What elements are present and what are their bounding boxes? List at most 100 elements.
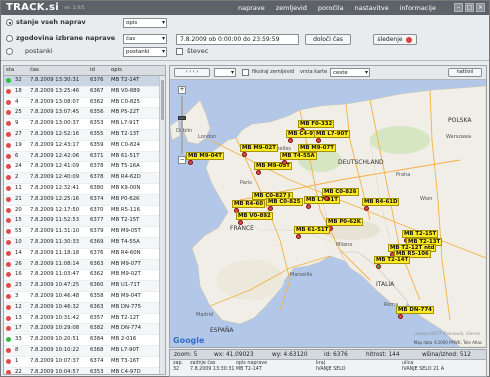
info-hdr-place: kraj [316,361,326,366]
menu-item-informacije[interactable]: informacije [400,4,436,12]
vehicle-marker-icon[interactable] [364,206,369,211]
list-item[interactable]: 21 7.8.2009 12:25:16 6374 MB P0-62K [4,194,165,206]
zoom-control[interactable]: + − [176,86,188,166]
list-item[interactable]: 33 7.8.2009 10:20:51 6384 MB 2-016 [4,335,165,346]
set-time-button[interactable]: določi čas [305,34,351,45]
list-item[interactable]: 9 7.8.2009 13:00:37 6353 MB L7-91T [4,119,165,130]
list-item[interactable]: 19 7.8.2009 12:43:17 6359 MB C0-824 [4,141,165,152]
counter-checkbox[interactable] [176,48,183,55]
vehicle-label[interactable]: MB R4-61D [362,198,400,206]
vehicle-label[interactable]: MB C0-825 [266,198,303,206]
zoom-out-icon[interactable]: − [178,156,186,164]
col-header-num[interactable] [14,66,28,75]
list-item[interactable]: 27 7.8.2009 12:52:16 6355 MB T2-13T [4,129,165,141]
list-item[interactable]: 55 7.8.2009 11:31:10 6379 MB M9-05T [4,227,165,238]
list-item[interactable]: 2 7.8.2009 12:40:09 6378 MB R4-62D [4,173,165,184]
vehicle-marker-icon[interactable] [238,220,243,225]
list-scrollbar[interactable] [159,76,165,374]
list-item[interactable]: 10 7.8.2009 11:30:33 6369 MB T4-55A [4,237,165,249]
vehicle-marker-icon[interactable] [376,264,381,269]
list-item[interactable]: 3 7.8.2009 10:46:48 6358 MB M9-04T [4,292,165,303]
place-label: London [198,134,216,140]
col-header-status[interactable]: stanje [4,66,14,75]
list-item[interactable]: 12 7.8.2009 10:46:32 6363 MB DN-775 [4,302,165,314]
list-item[interactable]: 13 7.8.2009 10:31:42 6357 MB T2-12T [4,314,165,325]
zoom-slider-track[interactable] [181,96,183,154]
col-header-time[interactable]: čas [28,66,88,75]
row-id: 6355 [90,130,104,137]
menu-item-zemljevid[interactable]: zemljevid [276,4,307,12]
zoom-in-icon[interactable]: + [178,86,186,94]
zoom-slider-handle[interactable] [178,116,186,120]
list-item[interactable]: 16 7.8.2009 11:03:47 6362 MB M9-02T [4,270,165,282]
list-item[interactable]: 24 7.8.2009 12:41:09 6378 MB T5-16A [4,162,165,174]
list-item[interactable]: 4 7.8.2009 13:08:07 6362 MB C0-825 [4,98,165,109]
time-select[interactable]: čas [123,34,167,44]
list-item[interactable]: 17 7.8.2009 10:29:08 6382 MB DN-774 [4,324,165,336]
vehicle-label[interactable]: MB F0-332 [298,120,335,128]
vehicle-marker-icon[interactable] [282,160,287,165]
vehicle-label[interactable]: MB M9-02T [240,144,278,152]
date-range-field[interactable]: 7.8.2009 ob 0:00:00 do 23:59:59 [176,34,299,45]
postanki-select[interactable]: postanki [123,47,167,57]
row-id: 6359 [90,141,104,148]
list-item[interactable]: 22 7.8.2009 10:04:57 6353 MB C4-97D [4,367,165,374]
row-time: 7.8.2009 11:08:14 [30,260,80,267]
list-item[interactable]: 23 7.8.2009 10:47:25 6360 MB U1-71T [4,281,165,292]
col-header-id[interactable]: id [88,66,109,75]
fix-map-checkbox[interactable] [242,69,249,76]
list-item[interactable]: 26 7.8.2009 11:08:14 6363 MB M9-07T [4,259,165,271]
menu-item-porocila[interactable]: poročila [318,4,344,12]
mode-radio-history[interactable] [6,35,13,42]
close-icon[interactable]: × [476,3,485,12]
list-item[interactable]: 14 7.8.2009 11:18:18 6376 MB R4-60N [4,249,165,260]
sort-select[interactable]: opis [123,18,167,28]
list-item[interactable]: 18 7.8.2009 13:25:46 6367 MB V0-889 [4,86,165,98]
vehicle-label[interactable]: MB 61-51T [294,226,331,234]
list-item[interactable]: 32 7.8.2009 13:30:31 6376 MB T2-14T [4,76,165,87]
vehicle-label[interactable]: MB P0-62K [326,218,363,226]
col-header-desc[interactable]: opis [109,66,165,75]
map-nav-buttons[interactable]: ‹ ‹ ‹ › [174,68,210,77]
maximize-icon[interactable]: □ [465,3,474,12]
row-num: 27 [15,130,22,137]
vehicle-label[interactable]: MB C0-826 [322,188,359,196]
print-button[interactable]: natisni [448,68,482,77]
menu-item-naprave[interactable]: naprave [238,4,265,12]
list-item[interactable]: 20 7.8.2009 12:17:50 6370 MB R5-116 [4,206,165,217]
vehicle-label[interactable]: MB R4-60 [232,200,265,208]
vehicle-marker-icon[interactable] [242,152,247,157]
vehicle-marker-icon[interactable] [316,138,321,143]
vehicle-label[interactable]: MB M9-07T [298,144,336,152]
vehicle-marker-icon[interactable] [256,170,261,175]
minimize-icon[interactable]: – [454,3,463,12]
list-item[interactable]: 11 7.8.2009 12:32:41 6380 MB K9-00N [4,184,165,195]
vehicle-label[interactable]: MB T4-55A [280,152,317,160]
map-nav-select[interactable] [214,68,236,77]
vehicle-marker-icon[interactable] [306,204,311,209]
row-num: 26 [15,260,22,267]
vehicle-label[interactable]: MB V0-892 [236,212,273,220]
vehicle-label[interactable]: MB DN-774 [396,306,434,314]
vehicle-marker-icon[interactable] [296,234,301,239]
vehicle-marker-icon[interactable] [288,138,293,143]
map-type-select[interactable]: ceste [330,68,370,77]
vehicle-label[interactable]: MB L7-91T [304,196,340,204]
vehicle-marker-icon[interactable] [188,160,193,165]
list-item[interactable]: 8 7.8.2009 10:10:22 6368 MB L7-90T [4,345,165,357]
list-item[interactable]: 15 7.8.2009 11:52:53 6377 MB T2-15T [4,216,165,228]
list-item[interactable]: 1 7.8.2009 10:07:37 6374 MB T3-16T [4,357,165,368]
list-body: 32 7.8.2009 13:30:31 6376 MB T2-14T 18 7.8.20… [4,76,165,374]
vehicle-marker-icon[interactable] [324,196,329,201]
vehicle-label[interactable]: MB L7-90T [314,130,350,138]
vehicle-label[interactable]: MB M9-04T [186,152,224,160]
postanki-radio[interactable] [6,48,13,55]
vehicle-marker-icon[interactable] [398,314,403,319]
list-item[interactable]: 6 7.8.2009 12:42:06 6371 MB 61-51T [4,151,165,163]
menu-item-nastavitve[interactable]: nastavitve [355,4,389,12]
mode-radio-all[interactable] [6,19,13,26]
vehicle-label[interactable]: MB T2-15T [402,230,439,238]
vehicle-marker-icon[interactable] [268,206,273,211]
list-item[interactable]: 25 7.8.2009 13:07:45 6356 MB P5-22T [4,108,165,120]
vehicle-label[interactable]: MB T2-14T [374,256,411,264]
